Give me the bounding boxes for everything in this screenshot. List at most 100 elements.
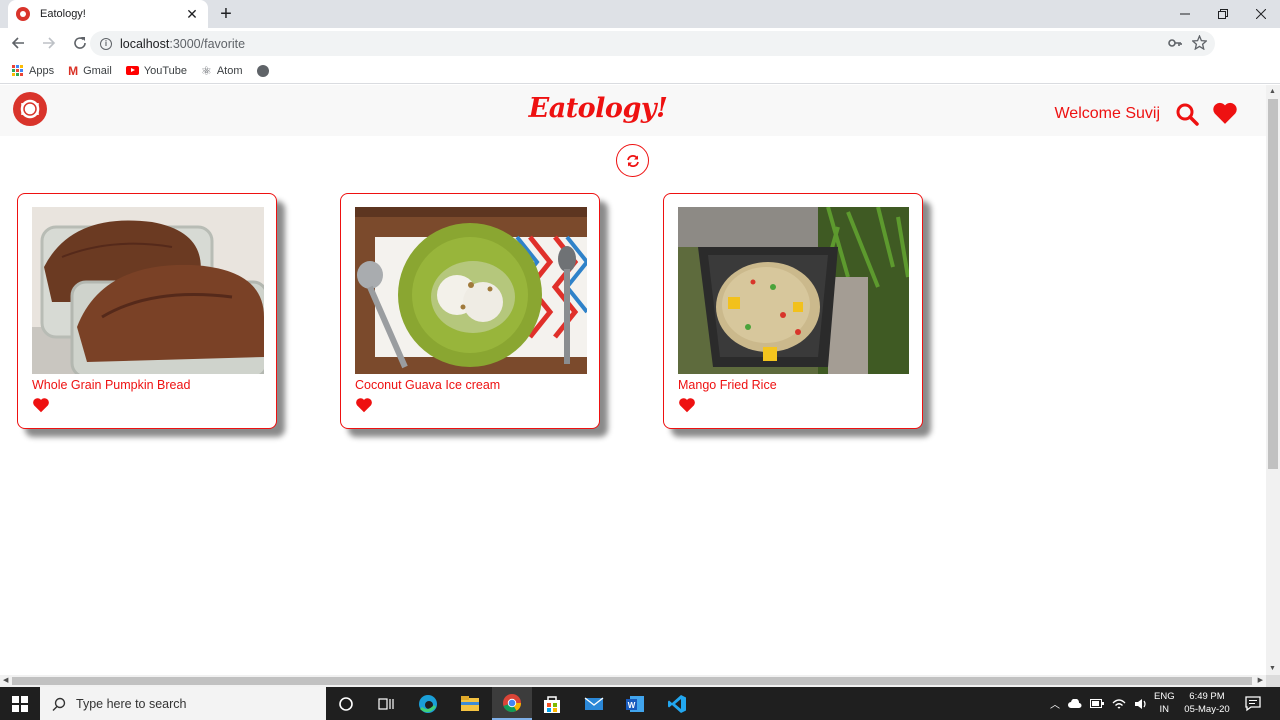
desktop-screen: Eatology! ✕ + i localhost:3000/favorite … xyxy=(0,0,1280,720)
recipe-image[interactable] xyxy=(32,207,264,374)
recipe-title[interactable]: Mango Fried Rice xyxy=(678,378,777,392)
language-indicator[interactable]: ENG IN xyxy=(1154,690,1175,716)
browser-toolbar: i localhost:3000/favorite ⋮ xyxy=(0,28,1280,80)
close-icon xyxy=(1256,9,1266,19)
vscode-app[interactable] xyxy=(657,687,697,720)
star-icon[interactable] xyxy=(1192,35,1207,50)
ice-cream-image xyxy=(355,207,587,374)
info-icon[interactable]: i xyxy=(100,37,112,50)
refresh-icon xyxy=(626,154,639,167)
recipe-card[interactable]: Coconut Guava Ice cream xyxy=(340,193,600,429)
region-code: IN xyxy=(1159,704,1170,715)
scroll-right-arrow-icon[interactable]: ▶ xyxy=(1258,676,1263,684)
clock-time: 6:49 PM xyxy=(1189,691,1225,702)
recipe-title[interactable]: Whole Grain Pumpkin Bread xyxy=(32,378,190,392)
bookmarks-bar: Apps M Gmail YouTube ⚛ Atom xyxy=(0,58,1280,84)
key-icon[interactable] xyxy=(1168,36,1182,50)
vertical-scrollbar[interactable]: ▲ ▼ xyxy=(1266,85,1280,675)
bookmark-globe[interactable] xyxy=(256,64,269,77)
close-window-button[interactable] xyxy=(1242,0,1280,28)
scroll-down-arrow-icon[interactable]: ▼ xyxy=(1269,665,1276,672)
store-bag-icon xyxy=(544,695,560,713)
tab-title: Eatology! xyxy=(40,8,86,20)
start-button[interactable] xyxy=(0,687,40,720)
wifi-icon[interactable] xyxy=(1112,698,1126,710)
bookmark-atom[interactable]: ⚛ Atom xyxy=(201,64,242,78)
new-tab-button[interactable]: + xyxy=(216,3,236,25)
atom-icon: ⚛ xyxy=(201,63,212,78)
chrome-icon xyxy=(503,693,521,712)
window-controls xyxy=(1166,0,1280,28)
bookmark-label: Atom xyxy=(216,64,243,77)
url-path: :3000/favorite xyxy=(169,36,246,51)
heart-icon[interactable] xyxy=(32,397,50,413)
scroll-up-arrow-icon[interactable]: ▲ xyxy=(1269,88,1276,95)
back-button[interactable] xyxy=(5,30,31,56)
heart-icon[interactable] xyxy=(355,397,373,413)
search-placeholder: Type here to search xyxy=(76,696,187,711)
pumpkin-bread-image xyxy=(32,207,264,374)
address-bar-actions xyxy=(1168,35,1207,50)
restore-icon xyxy=(1218,9,1228,19)
favorites-heart-icon[interactable] xyxy=(1212,101,1238,125)
brand-title: Eatology! xyxy=(528,93,668,124)
svg-text:W: W xyxy=(628,701,636,710)
browser-tab[interactable]: Eatology! ✕ xyxy=(8,0,208,28)
recipe-image[interactable] xyxy=(678,207,910,374)
tab-close-icon[interactable]: ✕ xyxy=(184,6,200,23)
tab-strip: Eatology! ✕ + xyxy=(0,0,1280,28)
chrome-app[interactable] xyxy=(492,687,532,720)
system-tray: ︿ xyxy=(1050,687,1148,720)
arrow-right-icon xyxy=(43,37,56,49)
volume-icon[interactable] xyxy=(1134,698,1148,710)
chevron-up-icon[interactable]: ︿ xyxy=(1050,696,1060,711)
recipe-title[interactable]: Coconut Guava Ice cream xyxy=(355,378,500,392)
bookmark-youtube[interactable]: YouTube xyxy=(125,64,188,77)
word-icon: W xyxy=(626,695,644,712)
restore-button[interactable] xyxy=(1204,0,1242,28)
word-app[interactable]: W xyxy=(615,687,655,720)
file-explorer-app[interactable] xyxy=(450,687,490,720)
system-clock[interactable]: 6:49 PM 05-May-20 xyxy=(1180,690,1234,716)
horizontal-scrollbar[interactable]: ◀ ▶ xyxy=(0,675,1266,687)
vscode-icon xyxy=(668,694,686,713)
url-host: localhost xyxy=(120,36,170,51)
forward-button[interactable] xyxy=(36,30,62,56)
minimize-button[interactable] xyxy=(1166,0,1204,28)
windows-taskbar: Type here to search W ︿ ENG IN 6:49 PM 0… xyxy=(0,687,1280,720)
cortana-button[interactable] xyxy=(326,687,366,720)
heart-icon[interactable] xyxy=(678,397,696,413)
cortana-icon xyxy=(339,696,353,711)
battery-icon[interactable] xyxy=(1090,699,1104,708)
onedrive-cloud-icon[interactable] xyxy=(1068,698,1082,709)
tab-favicon-icon xyxy=(16,7,30,21)
fried-rice-image xyxy=(678,207,910,374)
horizontal-scroll-thumb[interactable] xyxy=(12,677,1252,685)
taskbar-search[interactable]: Type here to search xyxy=(40,687,326,720)
bookmark-apps[interactable]: Apps xyxy=(12,64,55,77)
edge-icon xyxy=(419,694,437,713)
task-view-button[interactable] xyxy=(366,687,406,720)
edge-app[interactable] xyxy=(408,687,448,720)
youtube-icon xyxy=(125,66,139,75)
search-icon[interactable] xyxy=(1175,102,1199,126)
gmail-icon: M xyxy=(68,63,79,78)
app-header: Eatology! Welcome Suvij xyxy=(0,85,1266,136)
scroll-left-arrow-icon[interactable]: ◀ xyxy=(3,676,8,684)
refresh-button[interactable] xyxy=(616,144,649,177)
search-icon xyxy=(52,697,66,711)
address-bar[interactable]: i localhost:3000/favorite xyxy=(90,31,1215,56)
vertical-scroll-thumb[interactable] xyxy=(1268,99,1278,469)
clock-date: 05-May-20 xyxy=(1184,704,1230,715)
recipe-image[interactable] xyxy=(355,207,587,374)
notification-center-icon[interactable] xyxy=(1244,694,1262,712)
bookmark-gmail[interactable]: M Gmail xyxy=(68,64,112,78)
mail-app[interactable] xyxy=(574,687,614,720)
store-app[interactable] xyxy=(532,687,572,720)
bookmark-label: Apps xyxy=(29,64,55,77)
arrow-left-icon xyxy=(11,37,24,49)
bookmark-label: YouTube xyxy=(143,64,188,77)
minimize-icon xyxy=(1180,13,1190,15)
recipe-card[interactable]: Whole Grain Pumpkin Bread xyxy=(17,193,277,429)
recipe-card[interactable]: Mango Fried Rice xyxy=(663,193,923,429)
